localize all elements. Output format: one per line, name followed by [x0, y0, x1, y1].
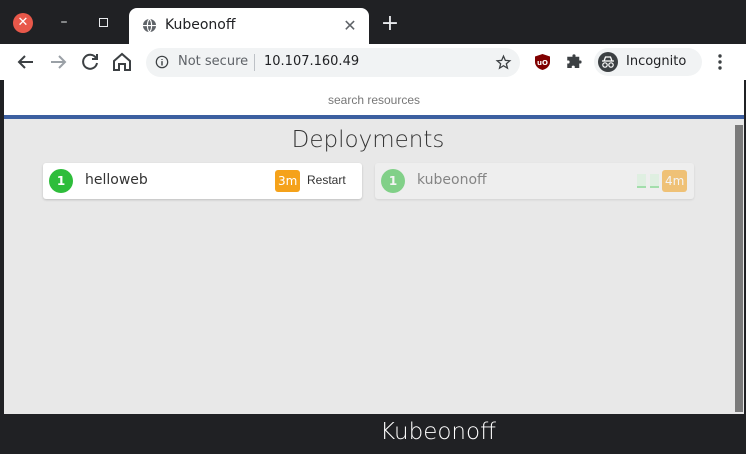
deployment-name: helloweb — [85, 172, 148, 188]
home-icon[interactable] — [110, 50, 134, 74]
incognito-profile-button[interactable]: Incognito — [594, 48, 702, 76]
page-scrollbar[interactable] — [733, 123, 744, 414]
tab-close-icon[interactable]: ✕ — [341, 17, 359, 35]
age-badge: 3m — [275, 170, 301, 192]
tab-title: Kubeonoff — [165, 17, 236, 33]
security-indicator[interactable]: Not secure — [178, 54, 248, 69]
tab-strip: ✕ – Kubeonoff ✕ + — [0, 0, 746, 44]
deployment-card-helloweb[interactable]: 1 helloweb 3m Restart — [43, 163, 362, 199]
deployment-card-kubeonoff[interactable]: 1 kubeonoff 4m — [375, 163, 694, 199]
extensions-puzzle-icon[interactable] — [565, 53, 583, 71]
browser-menu-icon[interactable] — [716, 53, 724, 71]
info-icon[interactable] — [155, 55, 169, 69]
browser-tab[interactable]: Kubeonoff ✕ — [129, 8, 369, 44]
address-separator — [254, 54, 255, 71]
incognito-label: Incognito — [626, 54, 687, 69]
back-arrow-icon[interactable] — [14, 50, 38, 74]
replica-count-badge: 1 — [381, 169, 405, 193]
window-close-button[interactable]: ✕ — [13, 13, 33, 33]
age-badge: 4m — [662, 170, 688, 192]
restart-button[interactable]: Restart — [307, 173, 346, 187]
address-bar[interactable]: Not secure 10.107.160.49 — [146, 48, 520, 77]
deployment-name: kubeonoff — [417, 172, 487, 188]
search-bar — [4, 80, 744, 119]
globe-icon — [142, 18, 157, 33]
page-title: Deployments — [291, 127, 445, 153]
pod-status-indicator — [650, 174, 659, 188]
replica-count-badge: 1 — [49, 169, 73, 193]
ublock-extension-icon[interactable]: uO — [534, 53, 551, 71]
scrollbar-thumb[interactable] — [735, 125, 743, 412]
incognito-icon — [598, 52, 618, 72]
reload-icon[interactable] — [78, 50, 102, 74]
page-viewport: Deployments 1 helloweb 3m Restart 1 kube… — [4, 80, 744, 414]
url-text[interactable]: 10.107.160.49 — [264, 54, 359, 69]
window-minimize-button[interactable]: – — [56, 14, 72, 30]
new-tab-button[interactable]: + — [380, 13, 400, 35]
footer-title: Kubeonoff — [380, 419, 496, 445]
page-footer: Kubeonoff — [0, 414, 746, 454]
window-maximize-button[interactable] — [96, 15, 110, 29]
svg-text:uO: uO — [537, 59, 548, 67]
browser-toolbar: Not secure 10.107.160.49 uO Incognito — [0, 44, 746, 80]
bookmark-star-icon[interactable] — [495, 54, 512, 71]
forward-arrow-icon[interactable] — [46, 50, 70, 74]
pod-status-indicator — [637, 174, 646, 188]
search-input[interactable] — [4, 89, 744, 111]
